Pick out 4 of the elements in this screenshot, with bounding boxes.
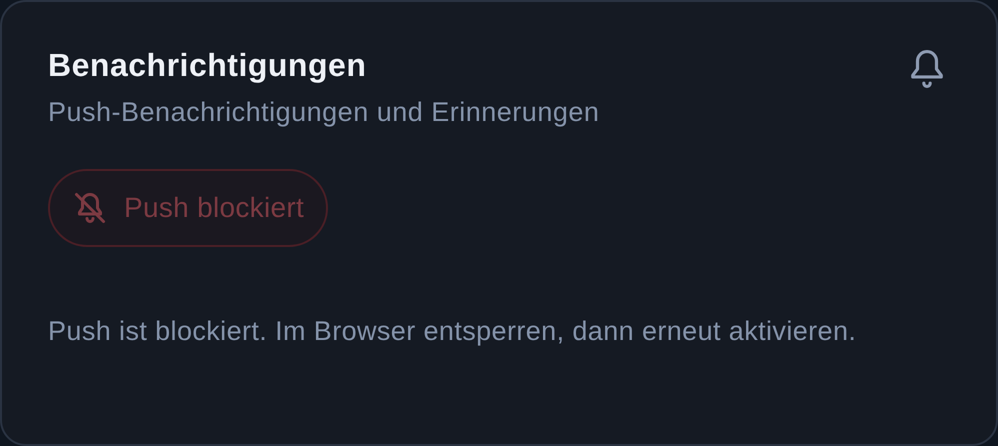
bell-icon <box>908 48 946 90</box>
card-title: Benachrichtigungen <box>48 46 368 84</box>
status-message: Push ist blockiert. Im Browser entsperren, dann erneut aktivieren. <box>48 314 858 348</box>
card-subtitle: Push-Benachrichtigungen und Erinnerungen <box>48 96 600 130</box>
